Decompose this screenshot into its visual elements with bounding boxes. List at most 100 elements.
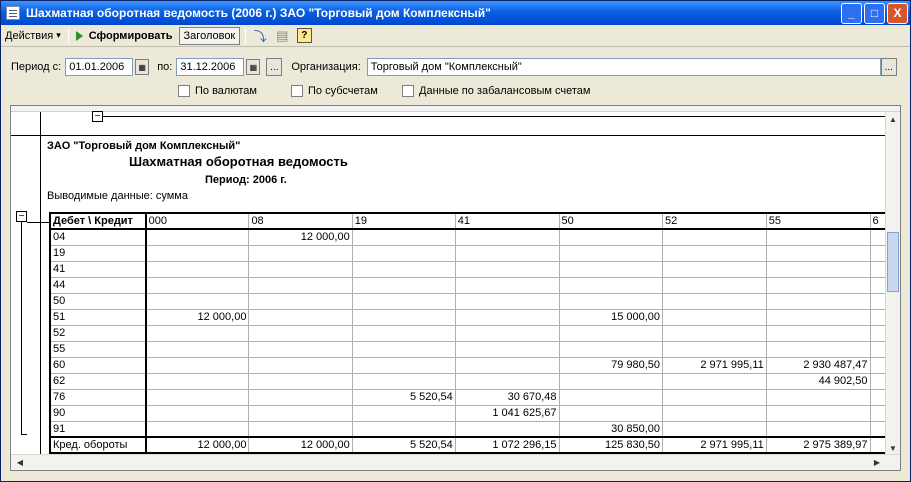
table-cell[interactable] <box>351 308 456 326</box>
row-account-cell[interactable]: 76 <box>49 388 147 406</box>
row-account-cell[interactable]: 90 <box>49 404 147 422</box>
table-cell[interactable] <box>765 244 871 262</box>
table-cell[interactable] <box>454 324 560 342</box>
table-cell[interactable] <box>765 388 871 406</box>
table-cell[interactable] <box>145 404 250 422</box>
help-button[interactable]: ? <box>296 28 312 44</box>
table-cell[interactable] <box>454 244 560 262</box>
row-account-cell[interactable]: 91 <box>49 420 147 438</box>
row-account-cell[interactable]: 04 <box>49 228 147 246</box>
header-button[interactable]: Заголовок <box>178 26 241 45</box>
table-cell[interactable] <box>145 292 250 310</box>
table-cell[interactable]: 30 670,48 <box>454 388 560 406</box>
table-cell[interactable]: 5 520,54 <box>351 388 456 406</box>
table-cell[interactable] <box>765 340 871 358</box>
table-cell[interactable] <box>662 276 767 294</box>
row-account-cell[interactable]: 52 <box>49 324 147 342</box>
table-cell[interactable] <box>662 388 767 406</box>
row-account-cell[interactable]: 44 <box>49 276 147 294</box>
table-cell[interactable] <box>454 228 560 246</box>
row-account-cell[interactable]: 19 <box>49 244 147 262</box>
close-button[interactable]: X <box>887 2 908 24</box>
drill-down-icon[interactable]: ⤵ <box>252 28 268 44</box>
table-cell[interactable] <box>351 228 456 246</box>
row-account-cell[interactable]: 60 <box>49 356 147 374</box>
column-header-cell[interactable]: 52 <box>662 212 767 230</box>
table-cell[interactable] <box>558 244 664 262</box>
table-cell[interactable] <box>765 404 871 422</box>
table-cell[interactable] <box>248 260 353 278</box>
table-cell[interactable] <box>145 372 250 390</box>
table-cell[interactable] <box>248 404 353 422</box>
table-cell[interactable] <box>351 372 456 390</box>
table-cell[interactable] <box>454 292 560 310</box>
collapse-icon[interactable]: − <box>16 211 27 222</box>
title-bar[interactable]: Шахматная оборотная ведомость (2006 г.) … <box>1 1 910 25</box>
table-cell[interactable]: 2 971 995,11 <box>662 356 767 374</box>
table-cell[interactable] <box>454 260 560 278</box>
actions-menu[interactable]: Действия ▾ <box>1 26 65 46</box>
table-cell[interactable]: 44 902,50 <box>765 372 871 390</box>
table-cell[interactable] <box>662 420 767 438</box>
minimize-button[interactable]: _ <box>841 2 862 24</box>
table-cell[interactable] <box>248 276 353 294</box>
table-cell[interactable] <box>765 292 871 310</box>
table-cell[interactable] <box>558 324 664 342</box>
table-cell[interactable] <box>145 228 250 246</box>
org-input[interactable]: Торговый дом "Комплексный" <box>366 58 881 76</box>
table-cell[interactable] <box>662 340 767 358</box>
table-cell[interactable] <box>662 260 767 278</box>
maximize-button[interactable]: □ <box>864 2 885 24</box>
table-cell[interactable] <box>454 372 560 390</box>
table-cell[interactable] <box>351 244 456 262</box>
collapse-icon[interactable]: − <box>92 111 103 122</box>
copy-icon[interactable]: ▤ <box>274 28 290 44</box>
generate-button[interactable]: Сформировать <box>72 26 177 46</box>
table-cell[interactable] <box>145 276 250 294</box>
table-cell[interactable] <box>454 308 560 326</box>
offbalance-option[interactable]: Данные по забалансовым счетам <box>402 83 590 99</box>
table-cell[interactable] <box>454 340 560 358</box>
scroll-down-icon[interactable]: ▼ <box>886 441 900 455</box>
table-cell[interactable]: 79 980,50 <box>558 356 664 374</box>
scroll-right-icon[interactable]: ▶ <box>870 455 884 469</box>
horizontal-scrollbar[interactable]: ◀ ▶ <box>11 454 900 470</box>
row-account-cell[interactable]: 51 <box>49 308 147 326</box>
by-subaccounts-checkbox[interactable] <box>291 85 303 97</box>
table-cell[interactable] <box>145 340 250 358</box>
vertical-scrollbar[interactable]: ▲ ▼ <box>885 112 900 455</box>
table-cell[interactable] <box>558 276 664 294</box>
total-cell[interactable]: 1 072 296,15 <box>454 436 560 454</box>
table-cell[interactable] <box>248 292 353 310</box>
vertical-scroll-thumb[interactable] <box>887 232 899 292</box>
table-cell[interactable] <box>351 356 456 374</box>
table-cell[interactable] <box>662 228 767 246</box>
by-subaccounts-option[interactable]: По субсчетам <box>291 83 378 99</box>
total-cell[interactable]: 5 520,54 <box>351 436 456 454</box>
column-header-cell[interactable]: 000 <box>145 212 250 230</box>
table-cell[interactable] <box>248 244 353 262</box>
table-cell[interactable] <box>145 388 250 406</box>
table-cell[interactable] <box>662 372 767 390</box>
period-select-button[interactable]: ... <box>266 58 283 76</box>
table-cell[interactable] <box>765 324 871 342</box>
org-select-button[interactable]: ... <box>880 58 897 76</box>
row-account-cell[interactable]: 50 <box>49 292 147 310</box>
table-cell[interactable] <box>558 260 664 278</box>
table-cell[interactable] <box>248 356 353 374</box>
table-cell[interactable] <box>765 276 871 294</box>
total-cell[interactable]: 12 000,00 <box>248 436 353 454</box>
table-cell[interactable] <box>558 292 664 310</box>
table-cell[interactable] <box>351 340 456 358</box>
table-cell[interactable] <box>765 260 871 278</box>
table-cell[interactable] <box>558 404 664 422</box>
table-cell[interactable] <box>248 388 353 406</box>
table-cell[interactable] <box>454 356 560 374</box>
table-cell[interactable]: 2 930 487,47 <box>765 356 871 374</box>
table-cell[interactable] <box>145 244 250 262</box>
row-account-cell[interactable]: 62 <box>49 372 147 390</box>
row-account-cell[interactable]: 41 <box>49 260 147 278</box>
table-cell[interactable] <box>351 324 456 342</box>
column-header-cell[interactable]: 19 <box>351 212 456 230</box>
calendar-icon[interactable]: ▦ <box>246 59 261 75</box>
